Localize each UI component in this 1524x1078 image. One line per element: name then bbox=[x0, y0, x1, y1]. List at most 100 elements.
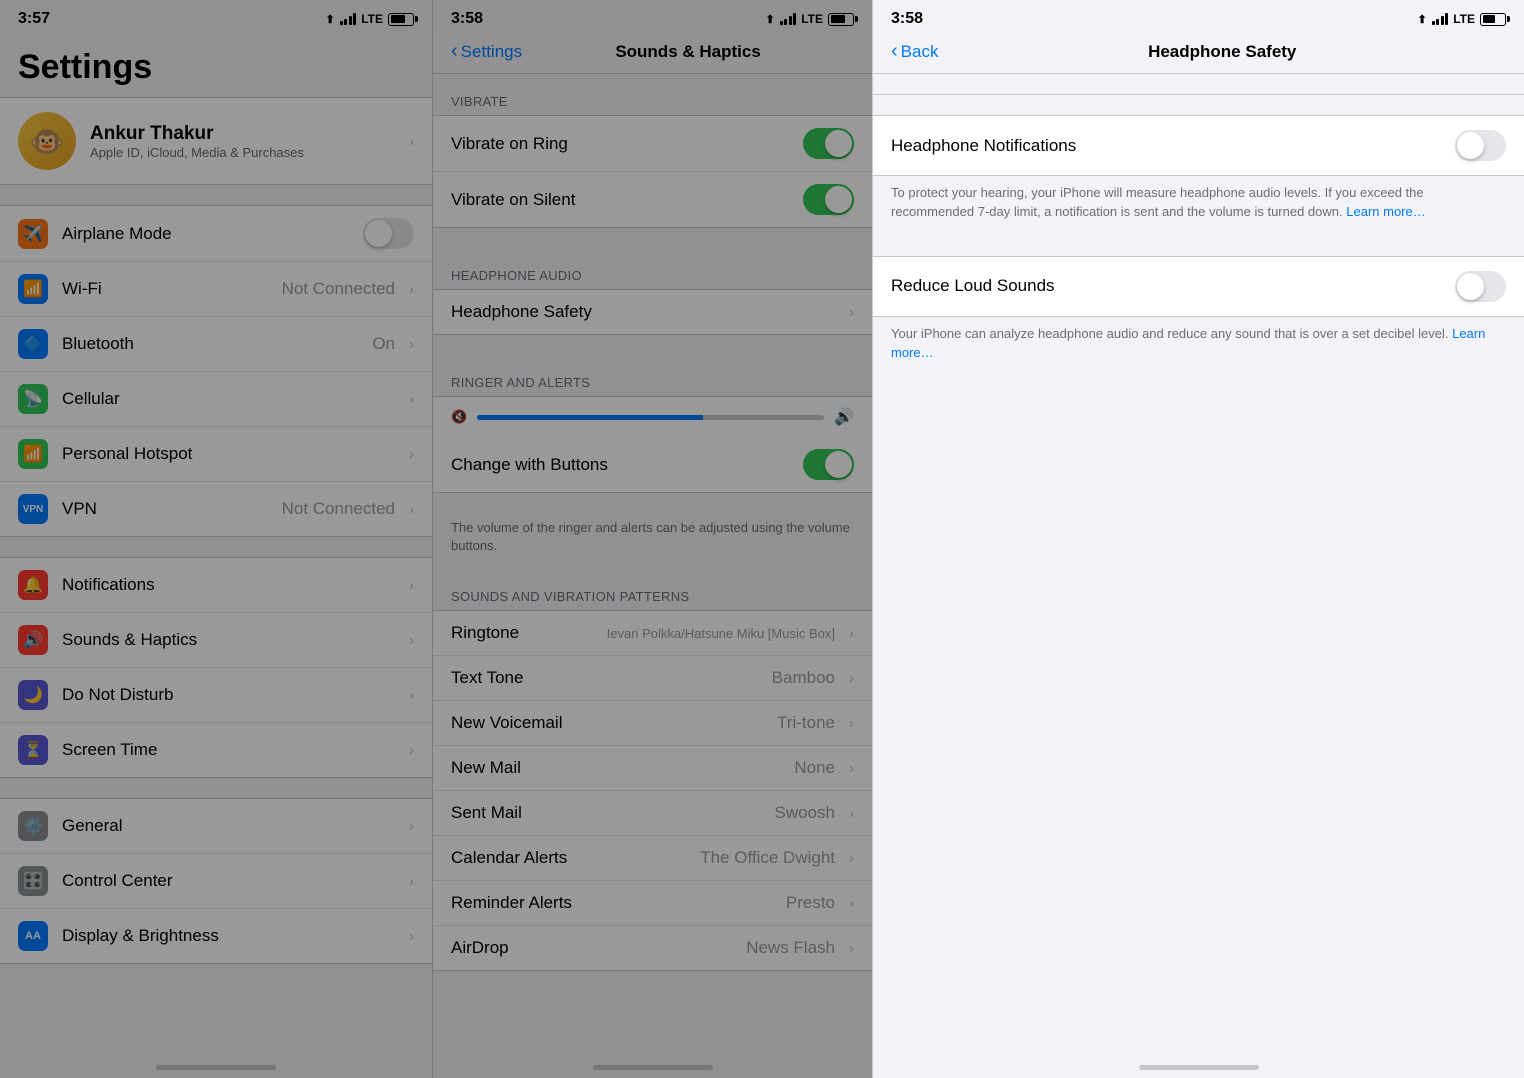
sounds-back-button[interactable]: ‹ Settings bbox=[451, 40, 522, 63]
general-group: ⚙️ General › 🎛️ Control Center › AA Disp… bbox=[0, 798, 432, 964]
general-row[interactable]: ⚙️ General › bbox=[0, 799, 432, 854]
sounds-haptics-row[interactable]: 🔊 Sounds & Haptics › bbox=[0, 613, 432, 668]
status-bar-2: 3:58 ⬆ LTE bbox=[433, 0, 872, 32]
dnd-icon: 🌙 bbox=[18, 680, 48, 710]
wifi-label: Wi-Fi bbox=[62, 279, 268, 299]
airplane-label: Airplane Mode bbox=[62, 224, 349, 244]
new-mail-label: New Mail bbox=[451, 758, 780, 778]
cellular-label: Cellular bbox=[62, 389, 395, 409]
reduce-loud-sounds-row[interactable]: Reduce Loud Sounds bbox=[873, 257, 1524, 316]
new-mail-value: None bbox=[794, 758, 835, 778]
lte-badge-1: LTE bbox=[361, 12, 383, 26]
vpn-row[interactable]: VPN VPN Not Connected › bbox=[0, 482, 432, 536]
control-center-row[interactable]: 🎛️ Control Center › bbox=[0, 854, 432, 909]
signal-bars-1 bbox=[340, 13, 357, 25]
headphone-audio-header: HEADPHONE AUDIO bbox=[433, 248, 872, 289]
battery-1 bbox=[388, 13, 414, 26]
vibrate-silent-toggle[interactable] bbox=[803, 184, 854, 215]
vibrate-silent-row[interactable]: Vibrate on Silent bbox=[433, 172, 872, 227]
learn-more-link-1[interactable]: Learn more… bbox=[1346, 204, 1425, 219]
new-voicemail-row[interactable]: New Voicemail Tri-tone › bbox=[433, 701, 872, 746]
vibrate-header: VIBRATE bbox=[433, 74, 872, 115]
bluetooth-row[interactable]: 🔷 Bluetooth On › bbox=[0, 317, 432, 372]
learn-more-link-2[interactable]: Learn more… bbox=[891, 326, 1485, 360]
dnd-label: Do Not Disturb bbox=[62, 685, 395, 705]
volume-low-icon: 🔇 bbox=[451, 409, 467, 425]
connectivity-group: ✈️ Airplane Mode 📶 Wi-Fi Not Connected ›… bbox=[0, 205, 432, 537]
signal-bars-3 bbox=[1432, 13, 1449, 25]
vibrate-ring-label: Vibrate on Ring bbox=[451, 134, 789, 154]
sounds-patterns-header: SOUNDS AND VIBRATION PATTERNS bbox=[433, 569, 872, 610]
volume-slider-track[interactable] bbox=[477, 415, 824, 420]
sent-mail-label: Sent Mail bbox=[451, 803, 761, 823]
new-mail-row[interactable]: New Mail None › bbox=[433, 746, 872, 791]
status-bar-1: 3:57 ⬆ LTE bbox=[0, 0, 432, 32]
vibrate-ring-toggle[interactable] bbox=[803, 128, 854, 159]
sent-mail-row[interactable]: Sent Mail Swoosh › bbox=[433, 791, 872, 836]
headphone-notifications-section: Headphone Notifications bbox=[873, 115, 1524, 176]
location-icon-1: ⬆ bbox=[326, 13, 335, 26]
screentime-icon: ⏳ bbox=[18, 735, 48, 765]
reduce-loud-sounds-toggle[interactable] bbox=[1455, 271, 1506, 302]
headphone-safety-row[interactable]: Headphone Safety › bbox=[433, 290, 872, 334]
divider-top bbox=[873, 94, 1524, 95]
headphone-notifications-toggle[interactable] bbox=[1455, 130, 1506, 161]
user-name: Ankur Thakur bbox=[90, 123, 395, 145]
calendar-alerts-value: The Office Dwight bbox=[700, 848, 835, 868]
headphone-notifications-footer: To protect your hearing, your iPhone wil… bbox=[873, 176, 1524, 236]
status-icons-1: ⬆ LTE bbox=[326, 12, 415, 26]
reminder-alerts-label: Reminder Alerts bbox=[451, 893, 772, 913]
general-label: General bbox=[62, 816, 395, 836]
headphone-safety-panel: 3:58 ⬆ LTE ‹ Back Headphone Safety Headp… bbox=[872, 0, 1524, 1078]
vibrate-ring-row[interactable]: Vibrate on Ring bbox=[433, 116, 872, 172]
ringtone-row[interactable]: Ringtone Ievan Polkka/Hatsune Miku [Musi… bbox=[433, 611, 872, 656]
calendar-alerts-label: Calendar Alerts bbox=[451, 848, 686, 868]
home-indicator-2 bbox=[433, 1056, 872, 1078]
sounds-icon: 🔊 bbox=[18, 625, 48, 655]
volume-slider-container: 🔇 🔊 bbox=[433, 397, 872, 437]
wifi-row[interactable]: 📶 Wi-Fi Not Connected › bbox=[0, 262, 432, 317]
screentime-row[interactable]: ⏳ Screen Time › bbox=[0, 723, 432, 777]
headphone-back-button[interactable]: ‹ Back bbox=[891, 40, 938, 63]
hotspot-row[interactable]: 📶 Personal Hotspot › bbox=[0, 427, 432, 482]
display-row[interactable]: AA Display & Brightness › bbox=[0, 909, 432, 963]
change-buttons-toggle[interactable] bbox=[803, 449, 854, 480]
calendar-alerts-row[interactable]: Calendar Alerts The Office Dwight › bbox=[433, 836, 872, 881]
lte-badge-3: LTE bbox=[1453, 12, 1475, 26]
reminder-alerts-value: Presto bbox=[786, 893, 835, 913]
control-center-label: Control Center bbox=[62, 871, 395, 891]
headphone-notifications-row[interactable]: Headphone Notifications bbox=[873, 116, 1524, 175]
vpn-value: Not Connected bbox=[282, 499, 395, 519]
home-indicator-3 bbox=[873, 1056, 1524, 1078]
user-info: Ankur Thakur Apple ID, iCloud, Media & P… bbox=[90, 123, 395, 160]
cellular-row[interactable]: 📡 Cellular › bbox=[0, 372, 432, 427]
bluetooth-value: On bbox=[372, 334, 395, 354]
text-tone-row[interactable]: Text Tone Bamboo › bbox=[433, 656, 872, 701]
user-row[interactable]: 🐵 Ankur Thakur Apple ID, iCloud, Media &… bbox=[0, 97, 432, 185]
time-1: 3:57 bbox=[18, 10, 50, 28]
dnd-row[interactable]: 🌙 Do Not Disturb › bbox=[0, 668, 432, 723]
airdrop-value: News Flash bbox=[746, 938, 835, 958]
bluetooth-label: Bluetooth bbox=[62, 334, 358, 354]
location-icon-2: ⬆ bbox=[766, 13, 775, 26]
notifications-icon: 🔔 bbox=[18, 570, 48, 600]
status-bar-3: 3:58 ⬆ LTE bbox=[873, 0, 1524, 32]
notifications-row[interactable]: 🔔 Notifications › bbox=[0, 558, 432, 613]
vibrate-silent-label: Vibrate on Silent bbox=[451, 190, 789, 210]
airdrop-row[interactable]: AirDrop News Flash › bbox=[433, 926, 872, 970]
wifi-icon: 📶 bbox=[18, 274, 48, 304]
airplane-toggle[interactable] bbox=[363, 218, 414, 249]
change-buttons-row[interactable]: Change with Buttons bbox=[433, 437, 872, 492]
display-label: Display & Brightness bbox=[62, 926, 395, 946]
reminder-alerts-row[interactable]: Reminder Alerts Presto › bbox=[433, 881, 872, 926]
ringer-group: 🔇 🔊 Change with Buttons bbox=[433, 396, 872, 493]
reduce-loud-sounds-footer: Your iPhone can analyze headphone audio … bbox=[873, 317, 1524, 377]
sounds-nav-bar: ‹ Settings Sounds & Haptics bbox=[433, 32, 872, 74]
display-icon: AA bbox=[18, 921, 48, 951]
airplane-icon: ✈️ bbox=[18, 219, 48, 249]
hotspot-icon: 📶 bbox=[18, 439, 48, 469]
headphone-safety-label: Headphone Safety bbox=[451, 302, 835, 322]
airplane-row[interactable]: ✈️ Airplane Mode bbox=[0, 206, 432, 262]
screentime-label: Screen Time bbox=[62, 740, 395, 760]
settings-title: Settings bbox=[0, 32, 432, 97]
